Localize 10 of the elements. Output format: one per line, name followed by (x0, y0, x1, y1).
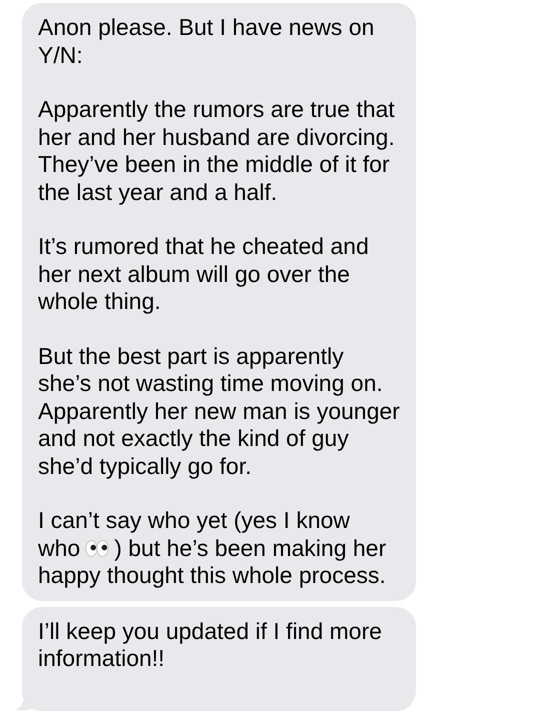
message-text: ) but he’s been making her (114, 534, 386, 562)
message-text: who (38, 534, 80, 562)
message-text: happy thought this whole process. (38, 562, 386, 590)
message-text: I can’t say who yet (yes I know (38, 507, 350, 534)
message-text: I’ll keep you updated if I find more information!! (38, 618, 383, 672)
message-text: Apparently the rumors are true that her and her husband are divorcing. They’ve been in the middle of it for the last year and a half. (38, 96, 396, 206)
message-text: It’s rumored that he cheated and her next album will go over the whole thing. (38, 233, 370, 316)
message-text: But the best part is apparently she’s not wasting time moving on. Apparently her new man is younger and not exactly the kind of guy she’d typically go for. (38, 342, 400, 480)
message-text: Anon please. But I have news on Y/N: (38, 14, 376, 69)
eyes-icon (85, 538, 110, 558)
